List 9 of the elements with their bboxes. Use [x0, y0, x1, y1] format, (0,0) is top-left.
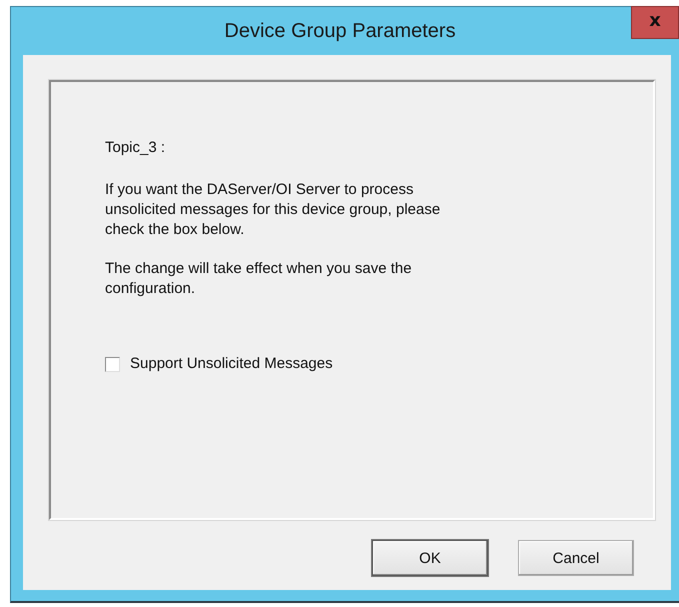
dialog-button[interactable]: Cancel	[518, 540, 634, 576]
window-title: Device Group Parameters	[224, 20, 456, 42]
instruction-text: The change will take effect when you save the configuration.	[105, 259, 413, 299]
default-button[interactable]: OK	[372, 540, 488, 576]
instruction-text: If you want the DAServer/OI Server to process unsolicited messages for this device group, please check the box below.	[105, 180, 442, 240]
checkbox-label[interactable]: Support Unsolicited Messages	[130, 354, 505, 374]
topic-label: Topic_3 :	[105, 138, 166, 158]
close-button[interactable]: x	[631, 6, 679, 39]
checkbox[interactable]	[105, 356, 120, 372]
